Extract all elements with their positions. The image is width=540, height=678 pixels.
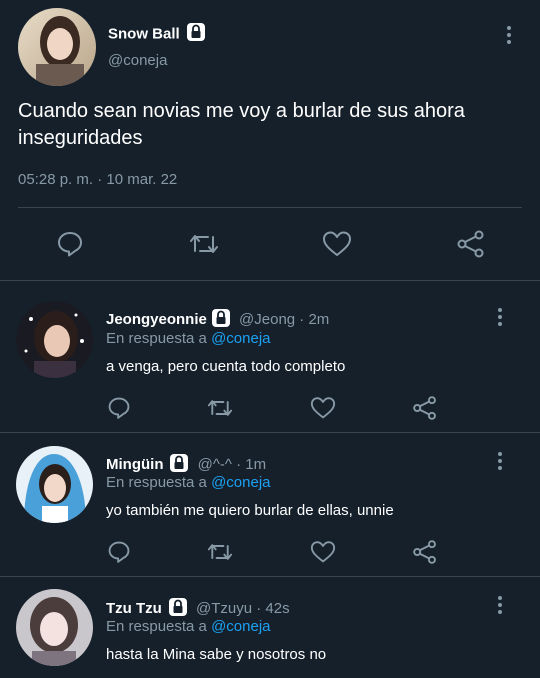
lock-icon <box>211 308 231 332</box>
like-icon[interactable] <box>322 230 352 258</box>
tweet-text: Cuando sean novias me voy a burlar de su… <box>18 100 465 149</box>
reply-icon[interactable] <box>56 230 84 258</box>
retweet-icon[interactable] <box>188 230 220 258</box>
display-name[interactable]: Jeongyeonnie <box>106 311 207 328</box>
reply-text: yo también me quiero burlar de ellas, un… <box>106 502 394 519</box>
handle-time[interactable]: @Jeong · 2m <box>239 311 329 328</box>
share-icon[interactable] <box>456 229 486 259</box>
reply-to-link[interactable]: @coneja <box>211 330 270 347</box>
avatar[interactable] <box>18 8 96 86</box>
handle[interactable]: @coneja <box>108 52 167 69</box>
display-name[interactable]: Mingüin <box>106 456 163 473</box>
divider <box>0 280 540 281</box>
timestamp[interactable]: 05:28 p. m. · 10 mar. 22 <box>18 171 177 188</box>
more-icon[interactable] <box>496 308 504 329</box>
share-icon[interactable] <box>412 539 438 565</box>
retweet-icon[interactable] <box>206 540 234 564</box>
handle-time[interactable]: @^-^ · 1m <box>198 456 266 473</box>
avatar[interactable] <box>16 446 93 523</box>
display-name[interactable]: Snow Ball <box>108 26 180 43</box>
like-icon[interactable] <box>310 396 336 420</box>
handle-time[interactable]: @Tzuyu · 42s <box>196 600 290 617</box>
more-icon[interactable] <box>496 596 504 617</box>
reply-to-link[interactable]: @coneja <box>211 474 270 491</box>
display-name[interactable]: Tzu Tzu <box>106 600 162 617</box>
reply-icon[interactable] <box>107 540 131 564</box>
reply-context: En respuesta a <box>106 330 207 347</box>
more-icon[interactable] <box>496 452 504 473</box>
reply-text: a venga, pero cuenta todo completo <box>106 358 346 375</box>
reply-text: hasta la Mina sabe y nosotros no <box>106 646 327 663</box>
divider <box>0 576 540 577</box>
reply-to-link[interactable]: @coneja <box>211 618 270 635</box>
avatar[interactable] <box>16 589 93 666</box>
lock-icon <box>186 22 206 47</box>
divider <box>18 207 522 208</box>
reply-context: En respuesta a <box>106 618 207 635</box>
retweet-icon[interactable] <box>206 396 234 420</box>
reply-icon[interactable] <box>107 396 131 420</box>
more-icon[interactable] <box>505 26 513 47</box>
like-icon[interactable] <box>310 540 336 564</box>
divider <box>0 432 540 433</box>
avatar[interactable] <box>16 301 93 378</box>
share-icon[interactable] <box>412 395 438 421</box>
reply-context: En respuesta a <box>106 474 207 491</box>
